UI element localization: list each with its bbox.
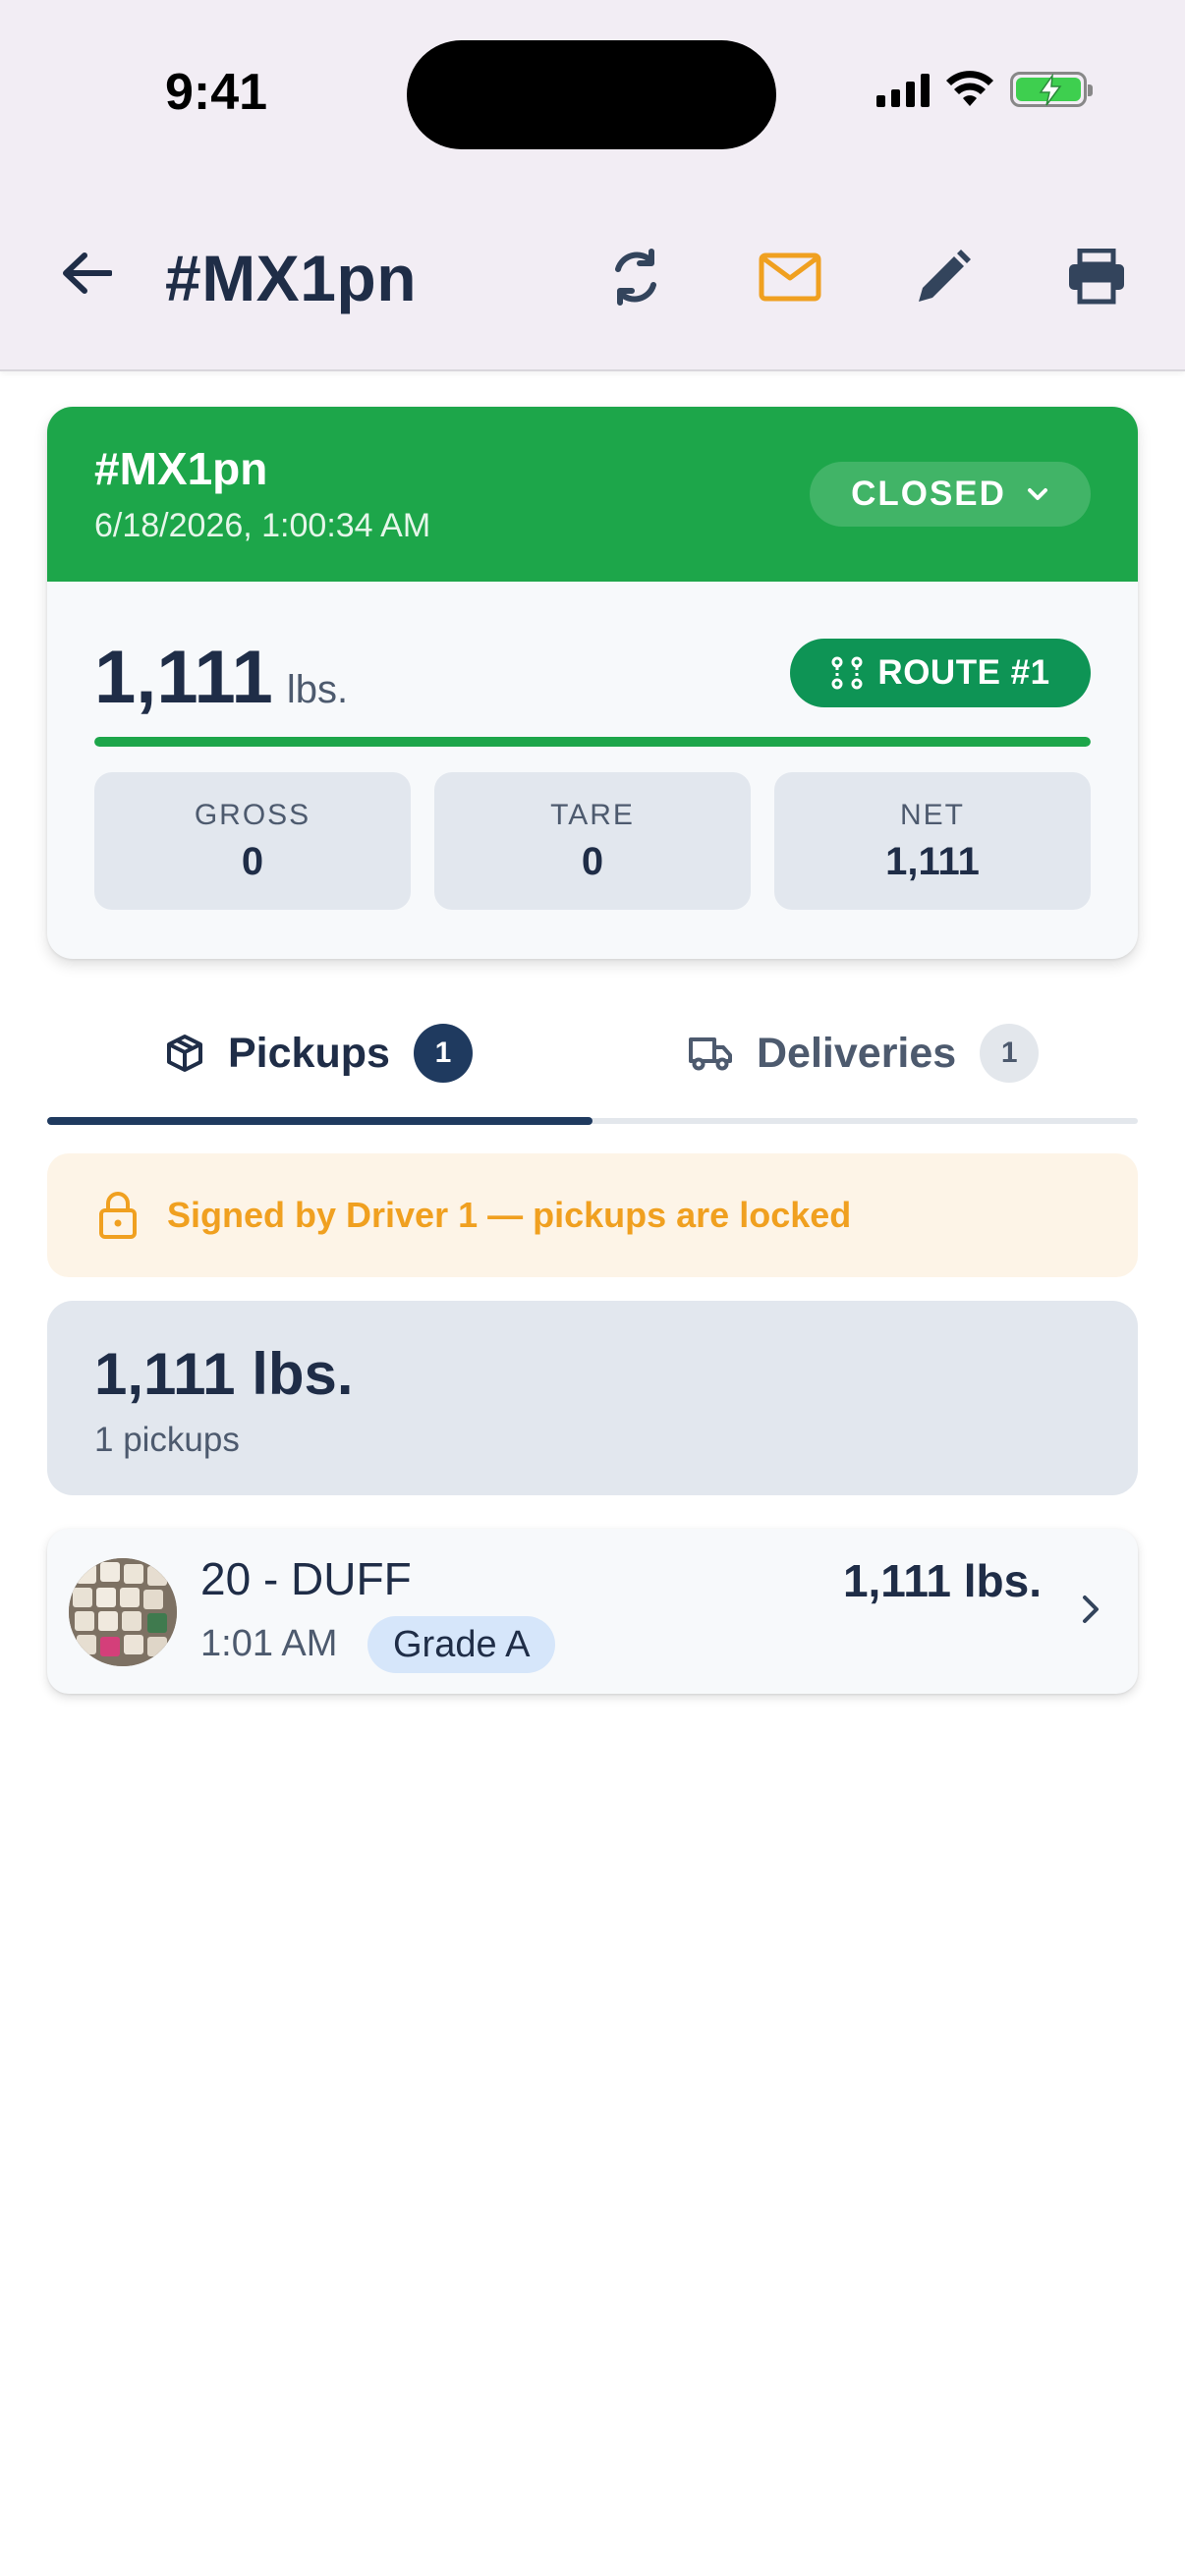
total-weight-value: 1,111 [94, 636, 273, 719]
summary-title: #MX1pn [94, 443, 268, 494]
edit-button[interactable] [908, 242, 979, 312]
tab-deliveries-count: 1 [980, 1024, 1040, 1083]
truck-icon [689, 1037, 732, 1071]
status-label: CLOSED [851, 475, 1006, 513]
tare-label: TARE [550, 798, 635, 831]
net-stat: NET 1,111 [774, 772, 1091, 910]
total-weight: 1,111 lbs. [94, 635, 348, 720]
grade-badge: Grade A [367, 1616, 556, 1673]
tab-deliveries[interactable]: Deliveries 1 [688, 1018, 1040, 1089]
locked-notice: Signed by Driver 1 — pickups are locked [47, 1153, 1138, 1277]
gross-stat: GROSS 0 [94, 772, 411, 910]
route-label: ROUTE #1 [877, 653, 1050, 692]
summary-card: #MX1pn 6/18/2026, 1:00:34 AM CLOSED 1,11… [47, 407, 1138, 959]
route-icon [831, 656, 863, 690]
battery-icon [1010, 72, 1093, 107]
package-icon [167, 1035, 202, 1072]
sync-button[interactable] [600, 242, 671, 312]
tare-value: 0 [581, 839, 604, 883]
sync-icon [615, 249, 656, 306]
summary-card-header: #MX1pn 6/18/2026, 1:00:34 AM CLOSED [47, 407, 1138, 582]
print-button[interactable] [1061, 242, 1132, 312]
chevron-right-icon [1083, 1596, 1099, 1623]
mail-icon [759, 252, 821, 302]
status-icons [876, 71, 1093, 108]
back-button[interactable] [55, 242, 118, 305]
pickup-list-item[interactable]: 20 - DUFF 1:01 AM Grade A 1,111 lbs. [47, 1529, 1138, 1694]
net-label: NET [900, 798, 965, 831]
dynamic-island [407, 40, 776, 149]
summary-datetime: 6/18/2026, 1:00:34 AM [94, 507, 431, 544]
wifi-icon [946, 71, 993, 106]
progress-fill [94, 737, 1091, 747]
pickup-weight: 1,111 lbs. [842, 1555, 1042, 1606]
status-time: 9:41 [165, 64, 268, 121]
tab-deliveries-label: Deliveries [757, 1029, 957, 1077]
lock-icon [99, 1192, 137, 1239]
chevron-down-icon [1027, 488, 1047, 500]
avatar [69, 1558, 177, 1666]
gross-value: 0 [241, 839, 264, 883]
arrow-left-icon [63, 252, 112, 294]
progress-bar [94, 737, 1091, 747]
net-value: 1,111 [885, 839, 980, 883]
pickups-summary: 1,111 lbs. 1 pickups [47, 1301, 1138, 1495]
pickup-name: 20 - DUFF [200, 1553, 412, 1604]
cellular-signal-icon [876, 72, 930, 107]
pencil-icon [919, 250, 971, 302]
tab-pickups[interactable]: Pickups 1 [165, 1018, 473, 1089]
printer-icon [1069, 249, 1124, 305]
pickups-total-count: 1 pickups [94, 1421, 240, 1459]
total-weight-unit: lbs. [286, 668, 349, 711]
tab-pickups-label: Pickups [228, 1029, 390, 1077]
pickup-time: 1:01 AM [200, 1623, 338, 1664]
gross-label: GROSS [194, 798, 311, 831]
status-dropdown[interactable]: CLOSED [810, 462, 1091, 527]
tab-pickups-count: 1 [413, 1024, 473, 1083]
page-title: #MX1pn [165, 242, 418, 314]
app-header: 9:41 #MX1pn [0, 0, 1185, 371]
locked-notice-text: Signed by Driver 1 — pickups are locked [167, 1195, 852, 1235]
route-badge[interactable]: ROUTE #1 [790, 639, 1091, 707]
email-button[interactable] [755, 242, 825, 312]
pickups-total-weight: 1,111 lbs. [94, 1341, 354, 1407]
tab-active-indicator [47, 1117, 592, 1125]
tare-stat: TARE 0 [434, 772, 751, 910]
